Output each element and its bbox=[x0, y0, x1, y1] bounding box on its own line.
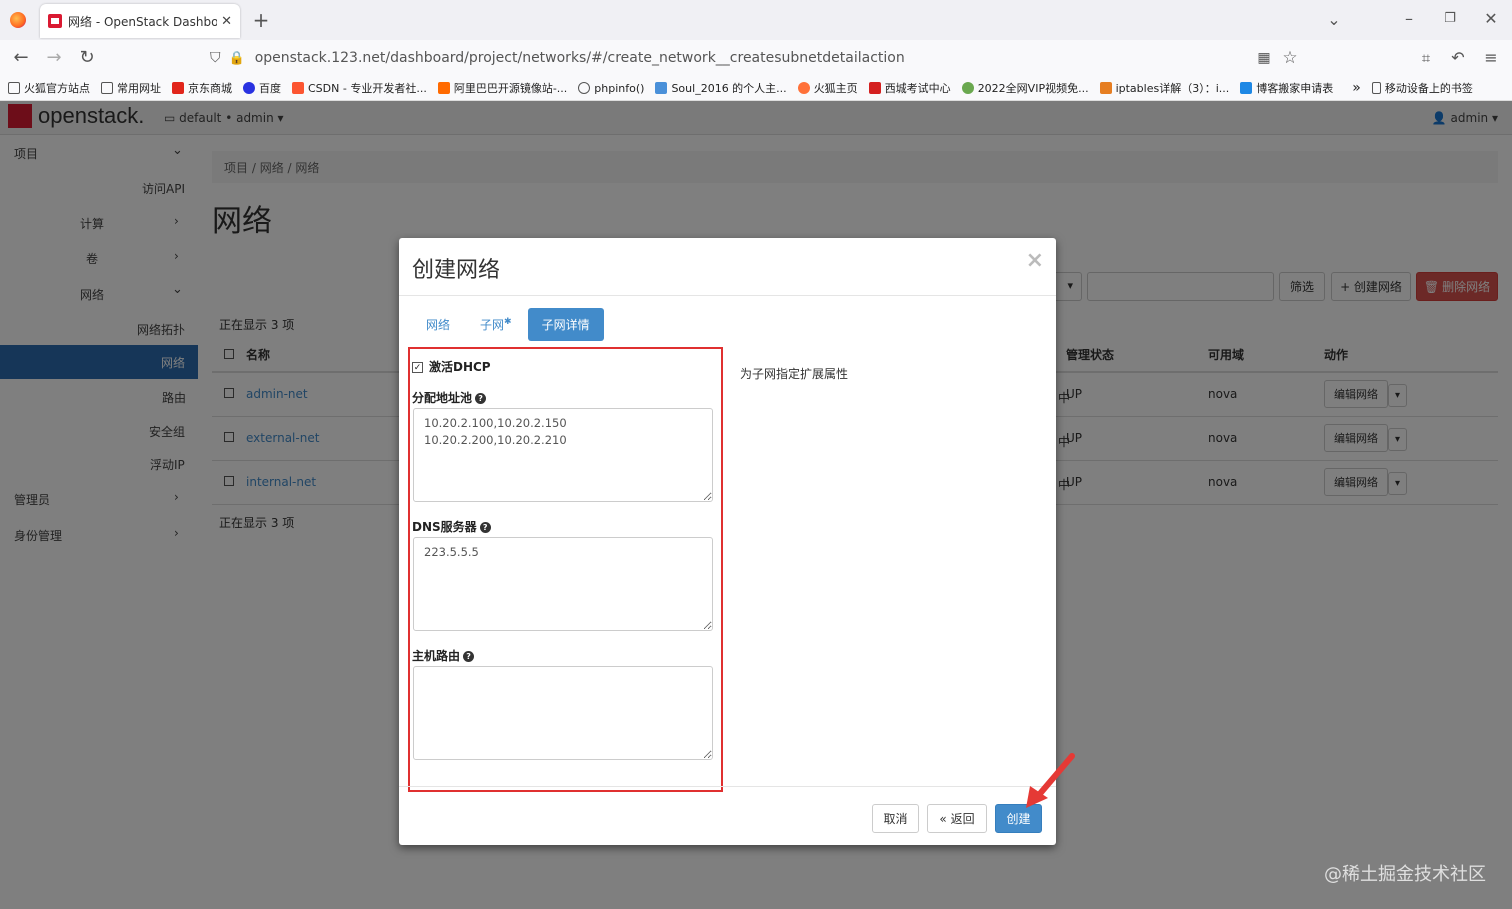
more-bookmarks-icon[interactable]: » bbox=[1352, 80, 1361, 96]
bookmark-item[interactable]: 阿里巴巴开源镜像站-... bbox=[437, 80, 567, 96]
bookmark-item[interactable]: iptables详解（3）：i... bbox=[1099, 80, 1229, 96]
screenshot-icon[interactable]: ⌗ bbox=[1414, 46, 1438, 70]
back-icon[interactable]: ← bbox=[9, 46, 33, 70]
folder-icon bbox=[8, 82, 20, 94]
tab-network[interactable]: 网络 bbox=[412, 308, 464, 341]
annotation-arrow-icon bbox=[1026, 753, 1075, 808]
back-button[interactable]: « 返回 bbox=[927, 804, 987, 833]
create-network-modal: 创建网络 × 网络 子网✱ 子网详情 ✓ 激活DHCP 分配地址池? 10.20.… bbox=[399, 238, 1056, 845]
watermark: @稀土掘金技术社区 bbox=[1324, 864, 1486, 885]
modal-footer: 取消 « 返回 创建 bbox=[399, 786, 1056, 845]
firefox-icon[interactable] bbox=[10, 12, 26, 28]
soul-icon bbox=[655, 82, 668, 94]
host-routes-label: 主机路由? bbox=[412, 647, 475, 664]
firefox-icon bbox=[797, 82, 810, 94]
bookmark-item[interactable]: 火狐官方站点 bbox=[8, 80, 90, 96]
insecure-lock-icon[interactable]: 🔒 bbox=[229, 51, 245, 66]
csdn-icon bbox=[292, 82, 304, 94]
checkbox-checked-icon: ✓ bbox=[412, 362, 423, 373]
tab-subnet-details[interactable]: 子网详情 bbox=[527, 308, 604, 341]
reload-icon[interactable]: ↻ bbox=[75, 46, 99, 70]
bookmark-item[interactable]: 2022全网VIP视频免... bbox=[961, 80, 1089, 96]
bookmark-item[interactable]: CSDN - 专业开发者社... bbox=[292, 80, 427, 96]
bookmark-item[interactable]: 火狐主页 bbox=[797, 80, 858, 96]
bookmarks-bar: 火狐官方站点 常用网址 京东商城 百度 CSDN - 专业开发者社... 阿里巴… bbox=[0, 76, 1512, 101]
help-icon[interactable]: ? bbox=[479, 522, 491, 533]
app-menu-icon[interactable]: ≡ bbox=[1479, 46, 1503, 70]
exam-icon bbox=[868, 82, 881, 94]
close-icon[interactable]: × bbox=[1026, 248, 1044, 273]
allocation-pools-textarea[interactable]: 10.20.2.100,10.20.2.150 10.20.2.200,10.2… bbox=[413, 408, 713, 502]
url-host: openstack.123.net bbox=[254, 50, 386, 66]
dns-servers-textarea[interactable]: 223.5.5.5 bbox=[413, 537, 713, 631]
jd-icon bbox=[172, 82, 184, 94]
bookmark-item[interactable]: 京东商城 bbox=[172, 80, 232, 96]
browser-tab-bar: 网络 - OpenStack Dashboard ✕ + ⌄ – ❐ ✕ bbox=[0, 0, 1512, 40]
mobile-icon bbox=[1371, 82, 1381, 94]
help-icon[interactable]: ? bbox=[463, 651, 475, 662]
baidu-icon bbox=[243, 82, 255, 94]
bookmark-item[interactable]: 常用网址 bbox=[101, 80, 161, 96]
undo-icon[interactable]: ↶ bbox=[1446, 46, 1470, 70]
shield-icon[interactable]: ⛉ bbox=[210, 50, 221, 66]
host-routes-textarea[interactable] bbox=[413, 666, 713, 760]
minimize-icon[interactable]: – bbox=[1397, 7, 1421, 31]
tab-title: 网络 - OpenStack Dashboard bbox=[68, 14, 218, 29]
window-close-icon[interactable]: ✕ bbox=[1479, 7, 1503, 31]
url-bar[interactable]: ⛉ 🔒 openstack.123.net /dashboard/project… bbox=[210, 44, 1310, 72]
browser-tab[interactable]: 网络 - OpenStack Dashboard ✕ bbox=[40, 4, 240, 38]
forward-icon[interactable]: → bbox=[42, 46, 66, 70]
maximize-icon[interactable]: ❐ bbox=[1438, 7, 1462, 31]
globe-icon bbox=[578, 82, 591, 94]
bookmark-item[interactable]: 博客搬家申请表 bbox=[1240, 80, 1333, 96]
folder-icon bbox=[101, 82, 113, 94]
subnet-details-help-text: 为子网指定扩展属性 bbox=[740, 367, 849, 381]
url-path: /dashboard/project/networks/#/create_net… bbox=[385, 50, 905, 66]
aliyun-icon bbox=[437, 82, 450, 94]
blog-icon bbox=[1240, 82, 1253, 94]
required-marker-icon: ✱ bbox=[504, 317, 512, 327]
allocation-pools-label: 分配地址池? bbox=[412, 389, 487, 406]
help-icon[interactable]: ? bbox=[475, 393, 487, 404]
modal-header: 创建网络 × bbox=[399, 238, 1056, 296]
modal-title: 创建网络 bbox=[412, 258, 501, 283]
new-tab-icon[interactable]: + bbox=[249, 8, 273, 32]
bookmark-item[interactable]: phpinfo() bbox=[578, 82, 644, 95]
iptables-icon bbox=[1099, 82, 1112, 94]
enable-dhcp-checkbox[interactable]: ✓ 激活DHCP bbox=[412, 358, 491, 375]
bookmark-item[interactable]: Soul_2016 的个人主... bbox=[655, 80, 787, 96]
bookmark-item[interactable]: 西城考试中心 bbox=[868, 80, 951, 96]
modal-tabs: 网络 子网✱ 子网详情 bbox=[412, 308, 606, 341]
cancel-button[interactable]: 取消 bbox=[872, 804, 919, 833]
openstack-favicon-icon bbox=[48, 14, 62, 28]
dns-servers-label: DNS服务器? bbox=[412, 518, 491, 535]
close-tab-icon[interactable]: ✕ bbox=[221, 14, 232, 29]
tab-subnet[interactable]: 子网✱ bbox=[466, 308, 526, 341]
bookmark-item[interactable]: 移动设备上的书签 bbox=[1371, 80, 1473, 96]
list-tabs-icon[interactable]: ⌄ bbox=[1322, 8, 1346, 32]
vip-video-icon bbox=[961, 82, 974, 94]
bookmark-item[interactable]: 百度 bbox=[243, 80, 281, 96]
